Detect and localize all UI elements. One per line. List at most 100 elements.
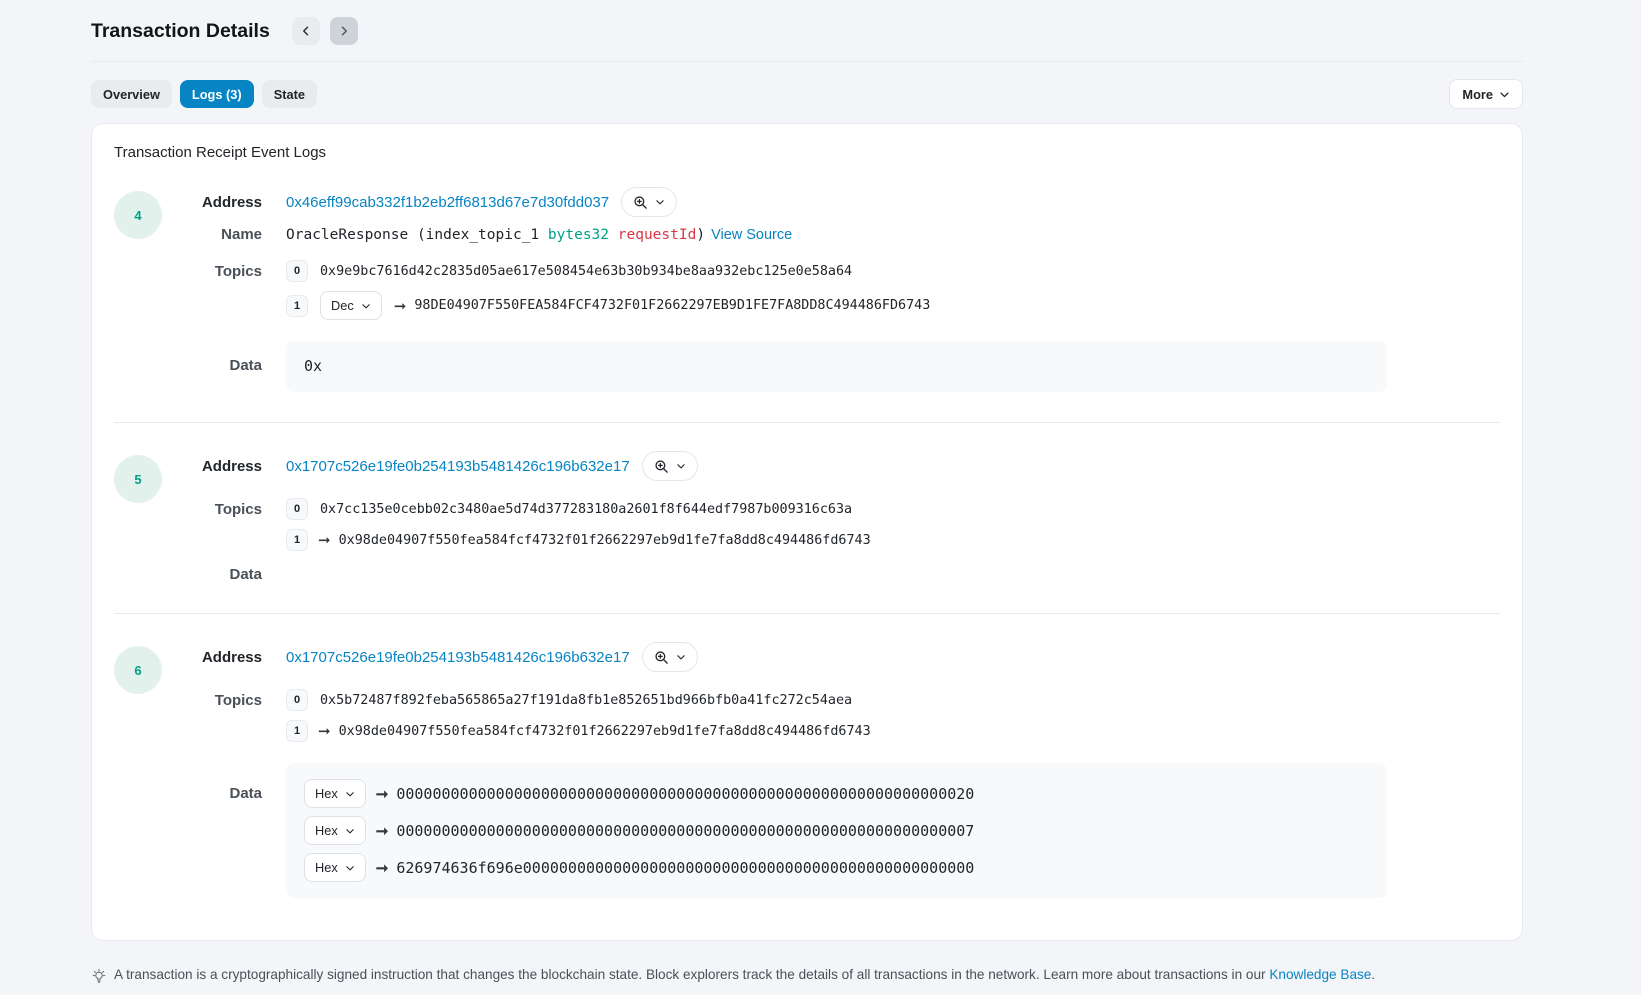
prev-transaction-button[interactable] [292, 17, 320, 45]
data-label: Data [162, 785, 262, 802]
topics-label: Topics [162, 501, 262, 518]
topics-label: Topics [162, 263, 262, 280]
card-heading: Transaction Receipt Event Logs [114, 144, 1500, 161]
address-zoom-dropdown-button[interactable] [642, 451, 698, 481]
address-row: Address 0x1707c526e19fe0b254193b5481426c… [162, 642, 1500, 672]
address-link[interactable]: 0x1707c526e19fe0b254193b5481426c196b632e… [286, 458, 630, 475]
data-format-dropdown[interactable]: Hex [304, 853, 366, 882]
topics-label: Topics [162, 692, 262, 709]
chevron-down-icon [676, 461, 686, 471]
page-header: Transaction Details [91, 0, 1523, 62]
name-row: Name OracleResponse (index_topic_1 bytes… [162, 226, 1500, 243]
chevron-down-icon [1499, 89, 1510, 100]
chevron-down-icon [676, 652, 686, 662]
address-label: Address [162, 194, 262, 211]
arrow-right-icon: ➞ [394, 297, 407, 315]
topic-item: 0 0x9e9bc7616d42c2835d05ae617e508454e63b… [286, 260, 930, 282]
address-label: Address [162, 649, 262, 666]
topic-format-dropdown[interactable]: Dec [320, 291, 382, 320]
data-word-value: 626974636f696e00000000000000000000000000… [396, 859, 974, 877]
arrow-right-icon: ➞ [376, 859, 389, 877]
more-label: More [1462, 87, 1493, 102]
data-box: Hex ➞ 0000000000000000000000000000000000… [286, 763, 1387, 898]
topic-item: 1 Dec ➞ 98DE04907F550FEA584FCF4732F01F26… [286, 291, 930, 320]
log-index-badge: 5 [114, 455, 162, 503]
topics-row: Topics 0 0x5b72487f892feba565865a27f191d… [162, 689, 1500, 742]
param-type: bytes32 [548, 227, 609, 243]
param-name: requestId [618, 227, 697, 243]
page-content: Transaction Details Overview Logs (3) St… [0, 0, 1641, 984]
event-logs-card: Transaction Receipt Event Logs 4 Address… [91, 123, 1523, 941]
topic-index-badge: 0 [286, 689, 308, 711]
topic-value: 0x98de04907f550fea584fcf4732f01f2662297e… [339, 724, 871, 739]
topic-item: 0 0x5b72487f892feba565865a27f191da8fb1e8… [286, 689, 871, 711]
log-index: 5 [134, 472, 141, 487]
tab-state[interactable]: State [262, 80, 317, 108]
data-label: Data [162, 357, 262, 374]
arrow-right-icon: ➞ [376, 822, 389, 840]
address-link[interactable]: 0x1707c526e19fe0b254193b5481426c196b632e… [286, 649, 630, 666]
chevron-down-icon [345, 826, 355, 836]
data-word-row: Hex ➞ 0000000000000000000000000000000000… [304, 816, 1369, 845]
footer-text: A transaction is a cryptographically sig… [114, 967, 1375, 982]
tab-overview[interactable]: Overview [91, 80, 172, 108]
log-index-badge: 6 [114, 646, 162, 694]
chevron-down-icon [655, 197, 665, 207]
topic-item: 1 ➞ 0x98de04907f550fea584fcf4732f01f2662… [286, 529, 871, 551]
view-source-link[interactable]: View Source [711, 227, 792, 243]
chevron-down-icon [361, 301, 371, 311]
address-row: Address 0x46eff99cab332f1b2eb2ff6813d67e… [162, 187, 1500, 217]
log-entry: 6 Address 0x1707c526e19fe0b254193b548142… [114, 642, 1500, 898]
chevron-left-icon [300, 25, 312, 37]
log-divider [114, 422, 1500, 423]
topic-value: 0x9e9bc7616d42c2835d05ae617e508454e63b30… [320, 264, 852, 279]
chevron-down-icon [345, 789, 355, 799]
log-divider [114, 613, 1500, 614]
lightbulb-icon [91, 968, 107, 984]
topics-row: Topics 0 0x9e9bc7616d42c2835d05ae617e508… [162, 260, 1500, 320]
log-entry: 5 Address 0x1707c526e19fe0b254193b548142… [114, 451, 1500, 583]
magnifier-zoom-in-icon [654, 459, 669, 474]
data-format-dropdown[interactable]: Hex [304, 816, 366, 845]
data-row: Data Hex [162, 763, 1500, 898]
topic-item: 0 0x7cc135e0cebb02c3480ae5d74d377283180a… [286, 498, 871, 520]
topic-index-badge: 1 [286, 720, 308, 742]
data-word-row: Hex ➞ 0000000000000000000000000000000000… [304, 779, 1369, 808]
chevron-down-icon [345, 863, 355, 873]
event-signature: OracleResponse (index_topic_1 bytes32 re… [286, 227, 705, 243]
next-transaction-button[interactable] [330, 17, 358, 45]
chevron-right-icon [338, 25, 350, 37]
address-link[interactable]: 0x46eff99cab332f1b2eb2ff6813d67e7d30fdd0… [286, 194, 609, 211]
topic-item: 1 ➞ 0x98de04907f550fea584fcf4732f01f2662… [286, 720, 871, 742]
address-zoom-dropdown-button[interactable] [621, 187, 677, 217]
data-label: Data [162, 566, 262, 583]
name-label: Name [162, 226, 262, 243]
data-box: 0x [286, 341, 1387, 392]
data-word-value: 0000000000000000000000000000000000000000… [396, 785, 974, 803]
topics-row: Topics 0 0x7cc135e0cebb02c3480ae5d74d377… [162, 498, 1500, 551]
magnifier-zoom-in-icon [654, 650, 669, 665]
topic-value: 0x5b72487f892feba565865a27f191da8fb1e852… [320, 693, 852, 708]
log-index: 6 [134, 663, 141, 678]
log-index: 4 [134, 208, 141, 223]
data-row: Data [162, 566, 1500, 583]
tab-logs[interactable]: Logs (3) [180, 80, 254, 108]
data-format-dropdown[interactable]: Hex [304, 779, 366, 808]
topic-value: 0x7cc135e0cebb02c3480ae5d74d377283180a26… [320, 502, 852, 517]
topic-value: 0x98de04907f550fea584fcf4732f01f2662297e… [339, 533, 871, 548]
footer-note: A transaction is a cryptographically sig… [91, 967, 1523, 984]
page-title: Transaction Details [91, 20, 270, 43]
address-zoom-dropdown-button[interactable] [642, 642, 698, 672]
more-dropdown-button[interactable]: More [1449, 79, 1523, 109]
knowledge-base-link[interactable]: Knowledge Base [1269, 967, 1371, 982]
log-entry: 4 Address 0x46eff99cab332f1b2eb2ff6813d6… [114, 187, 1500, 392]
topic-index-badge: 0 [286, 498, 308, 520]
topic-value: 98DE04907F550FEA584FCF4732F01F2662297EB9… [414, 298, 930, 313]
data-row: Data 0x [162, 341, 1500, 392]
topic-index-badge: 1 [286, 295, 308, 317]
topic-index-badge: 1 [286, 529, 308, 551]
tabs-bar: Overview Logs (3) State More [91, 79, 1523, 109]
data-word-value: 0000000000000000000000000000000000000000… [396, 822, 974, 840]
topic-index-badge: 0 [286, 260, 308, 282]
address-label: Address [162, 458, 262, 475]
